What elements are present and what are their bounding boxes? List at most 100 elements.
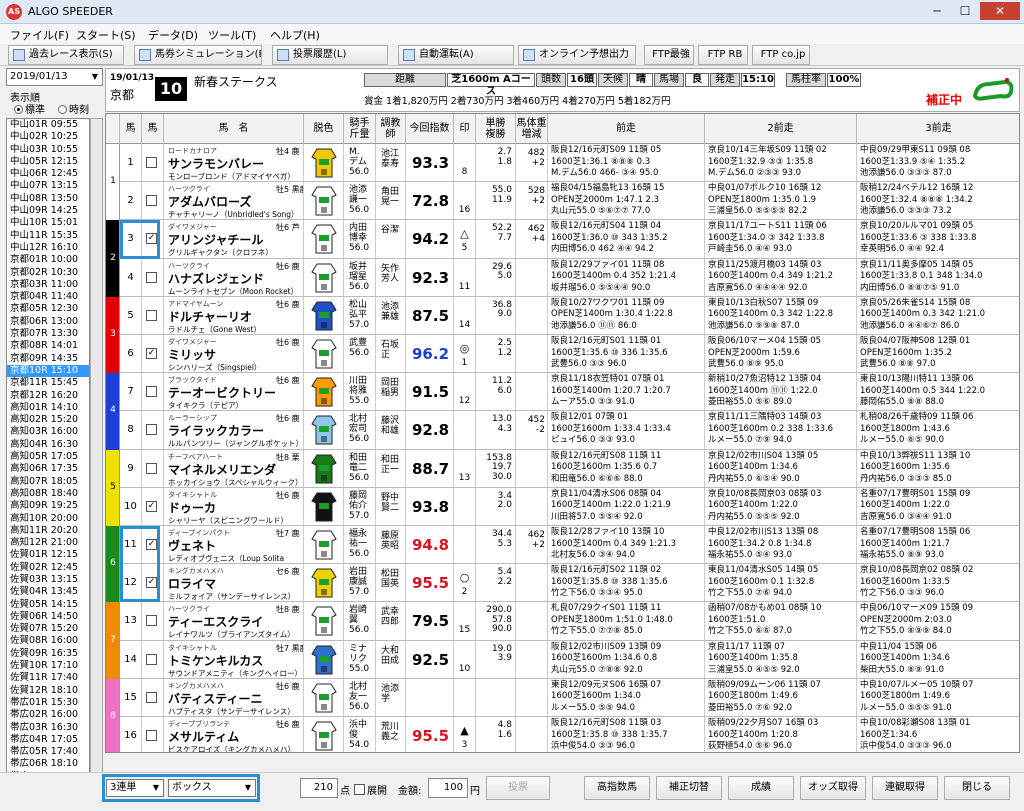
prev-race-3[interactable]: 名重07/17豊明S01 15頭 09 1600芝1400m 1:22.0 吉原…: [857, 488, 1019, 525]
race-list-item[interactable]: 中山11R 15:35: [7, 230, 89, 242]
mark-cell[interactable]: 13: [454, 449, 476, 487]
horse-name[interactable]: テーオービクトリー: [168, 384, 276, 401]
prev-race-1[interactable]: 阪良12/16元町S08 11頭 03 1600芝1:35.8 ⑩ 338 1:…: [548, 717, 705, 752]
menu-data[interactable]: データ(D): [148, 27, 198, 43]
race-list-item[interactable]: 中山03R 10:55: [7, 144, 89, 156]
table-row[interactable]: 14 タイキシャトル 牡7 黒鹿 トミケンキルカス サウンドアメニティ（キングヘ…: [120, 640, 1019, 679]
prev-race-2[interactable]: 中良01/07ポルク10 16頭 12 OPEN芝1800m 1:35.0 1.…: [705, 182, 857, 220]
menu-file[interactable]: ファイル(F): [10, 27, 69, 43]
race-list-item[interactable]: 佐賀08R 16:00: [7, 635, 89, 647]
prev-race-2[interactable]: 京良10/08長岡京03 08頭 03 1600芝1400m 1:22.0 丹内…: [705, 487, 857, 525]
horse-name[interactable]: ティーエスクライ: [168, 613, 263, 630]
prev-race-1[interactable]: 札良07/29クイS01 11頭 11 OPEN芝1800m 1:51.0 1:…: [548, 602, 705, 640]
race-list-item[interactable]: 高知02R 15:20: [7, 414, 89, 426]
header-jockey[interactable]: 騎手 斤量: [344, 114, 376, 144]
table-row[interactable]: 12 ✓ キングカメハメハ セ6 鹿 ロライマ ミルフォイア（サンデーサイレンス）…: [120, 564, 1019, 603]
horse-name[interactable]: ドルチャーリオ: [168, 308, 252, 325]
race-list-item[interactable]: 高知03R 16:00: [7, 426, 89, 438]
race-list-item[interactable]: 帯広04R 17:05: [7, 734, 89, 746]
past-race-button[interactable]: 過去レース表示(S): [8, 45, 124, 65]
prev-race-1[interactable]: 京良11/18衣笠特01 07頭 01 1600芝1400m 1:20.7 1:…: [548, 373, 705, 411]
race-list-item[interactable]: 京都09R 14:35: [7, 353, 89, 365]
race-list-item[interactable]: 高知07R 18:05: [7, 476, 89, 488]
race-list-item[interactable]: 京都07R 13:30: [7, 328, 89, 340]
race-list-item[interactable]: 佐賀09R 16:35: [7, 648, 89, 660]
prev-race-2[interactable]: 阪良06/10マーメ04 15頭 05 OPEN芝2000m 1:59.6 武豊…: [705, 335, 857, 373]
mark-cell[interactable]: [454, 487, 476, 525]
prev-race-3[interactable]: 京良10/20ルルマ01 09頭 05 1600芝1:33.6 ③ 338 1:…: [857, 220, 1019, 257]
prev-race-3[interactable]: 中良11/04 15頭 06 1600芝1400m 1:34.6 柴田大55.0…: [857, 641, 1019, 678]
header-odds[interactable]: 単勝 複勝: [476, 114, 516, 144]
prev-race-1[interactable]: 阪良12/16元町S04 11頭 04 1600芝1:36.0 ⑩ 343 1:…: [548, 220, 705, 258]
prev-race-2[interactable]: 京良12/02市川S04 13頭 05 1600芝1400m 1:34.6 丹内…: [705, 449, 857, 487]
race-list-item[interactable]: 中山07R 13:15: [7, 180, 89, 192]
horse-name[interactable]: ライラックカラー: [168, 422, 264, 439]
prev-race-3[interactable]: 阪稍12/24ベテル12 16頭 12 1600芝1:32.4 ⑧⑧⑧ 1:34…: [857, 182, 1019, 219]
race-list-item[interactable]: 高知11R 20:20: [7, 525, 89, 537]
prev-race-2[interactable]: 函稍07/08かもめ01 08頭 10 1600芝1:51.0 竹之下55.0 …: [705, 602, 857, 640]
prev-race-2[interactable]: 京良11/25渡月橋03 14頭 03 1600芝1400m 0.4 349 1…: [705, 258, 857, 296]
table-row[interactable]: 4 ハーツクライ 牡6 鹿 ハナズレジェンド ムーンライトセブン（Moon Ro…: [120, 258, 1019, 297]
table-row[interactable]: 3 ✓ ダイワメジャー 牡6 芦 アリンジャチール グリルギャクタン（クロフネ） …: [120, 220, 1019, 259]
prev-race-1[interactable]: 阪良10/27ワクワ01 11頭 09 OPEN芝1400m 1:30.4 1:…: [548, 296, 705, 334]
race-list-item[interactable]: 佐賀05R 14:15: [7, 599, 89, 611]
mark-cell[interactable]: 8: [454, 144, 476, 182]
table-row[interactable]: 15 キングカメハメハ 牡6 鹿 バティスティーニ ハプティスタ（サンデーサイレ…: [120, 678, 1019, 717]
online-output-button[interactable]: オンライン予想出力: [518, 45, 636, 65]
race-list-item[interactable]: 中山02R 10:25: [7, 131, 89, 143]
header-check[interactable]: 馬: [142, 114, 164, 144]
prev-race-3[interactable]: 東良10/13陽川特11 13頭 06 1600芝1400m 0.5 344 1…: [857, 373, 1019, 410]
race-list-scrollbar[interactable]: [90, 118, 103, 808]
horse-checkbox[interactable]: ✓: [146, 348, 157, 359]
mark-cell[interactable]: ◎ 1: [454, 335, 476, 373]
auto-run-button[interactable]: 自動運転(A): [398, 45, 514, 65]
prev-race-2[interactable]: 京良11/11三隅特03 14頭 03 1600芝1600m 0.2 338 1…: [705, 411, 857, 449]
high-index-button[interactable]: 高指数馬: [584, 776, 650, 800]
amount-input[interactable]: 100: [428, 778, 468, 798]
prev-race-3[interactable]: 中良10/08彩瀬S08 13頭 01 1600芝1:34.6 浜中俊54.0 …: [857, 717, 1019, 752]
horse-checkbox[interactable]: [146, 424, 157, 436]
horse-checkbox[interactable]: ✓: [146, 500, 157, 512]
mark-cell[interactable]: 12: [454, 373, 476, 411]
prev-race-3[interactable]: 阪良04/07阪神S08 12頭 01 OPEN芝1600m 1:35.2 武豊…: [857, 335, 1019, 372]
horse-name[interactable]: ヴェネト: [168, 537, 216, 554]
race-list-item[interactable]: 佐賀12R 18:10: [7, 685, 89, 697]
race-list-item[interactable]: 帯広02R 16:00: [7, 709, 89, 721]
horse-checkbox[interactable]: [146, 730, 157, 741]
horse-name[interactable]: トミケンキルカス: [168, 652, 263, 669]
race-list-item[interactable]: 京都05R 12:30: [7, 303, 89, 315]
vote-button[interactable]: 投票: [486, 776, 550, 800]
prev-race-1[interactable]: 阪良12/16元町S02 11頭 02 1600芝1:35.8 ⑩ 338 1:…: [548, 564, 705, 602]
header-prev3[interactable]: 3前走: [857, 114, 1019, 144]
mark-cell[interactable]: 15: [454, 602, 476, 640]
prev-race-1[interactable]: 阪良12/01 07頭 01 1600芝1600m 1:33.4 1:33.4 …: [548, 411, 705, 449]
prev-race-1[interactable]: 阪良12/29ファイ01 11頭 08 1600芝1400m 0.4 352 1…: [548, 258, 705, 296]
race-list-item[interactable]: 中山01R 09:55: [7, 119, 89, 131]
table-row[interactable]: 7 ブラックタイド 牡6 鹿 テーオービクトリー タイキクラ（テピア） 川田 将雅…: [120, 373, 1019, 412]
mark-cell[interactable]: 14: [454, 296, 476, 334]
race-list-item[interactable]: 高知09R 19:25: [7, 500, 89, 512]
mark-cell[interactable]: ▲ 3: [454, 717, 476, 752]
table-row[interactable]: 1 ロードカナロア 牡4 鹿 サンラモンバレー モンローブロンド（アドマイヤベガ…: [120, 144, 1019, 183]
table-row[interactable]: 9 チーフベアハート 牡8 栗 マイネルメリエンダ ホッカイショウ（スペシャルウ…: [120, 449, 1019, 488]
race-list-item[interactable]: 佐賀04R 13:45: [7, 586, 89, 598]
horse-name[interactable]: ハナズレジェンド: [168, 270, 264, 287]
get-odds-button[interactable]: オッズ取得: [800, 776, 866, 800]
expand-checkbox[interactable]: 展開: [354, 782, 387, 797]
vote-history-button[interactable]: 投票履歴(L): [272, 45, 388, 65]
correction-toggle-button[interactable]: 補正切替: [656, 776, 722, 800]
race-list-item[interactable]: 京都03R 11:00: [7, 279, 89, 291]
header-weight[interactable]: 馬体重 増減: [516, 114, 548, 144]
race-list-item[interactable]: 帯広06R 18:10: [7, 758, 89, 770]
race-list-item[interactable]: 京都12R 16:20: [7, 390, 89, 402]
mark-cell[interactable]: 10: [454, 640, 476, 678]
close-window-button[interactable]: 閉じる: [944, 776, 1010, 800]
race-list-item[interactable]: 帯広01R 15:30: [7, 697, 89, 709]
table-row[interactable]: 11 ✓ ディープインパクト 牡7 鹿 ヴェネト レディオブヴェニス（Loup S…: [120, 526, 1019, 565]
horse-checkbox[interactable]: [146, 309, 157, 321]
race-list-item[interactable]: 高知05R 17:05: [7, 451, 89, 463]
mark-cell[interactable]: 16: [454, 182, 476, 220]
race-list-item[interactable]: 京都10R 15:10: [7, 364, 89, 378]
prev-race-3[interactable]: 名重07/17豊明S08 15頭 06 1600芝1400m 1:21.7 福永…: [857, 526, 1019, 563]
results-button[interactable]: 成績: [728, 776, 794, 800]
